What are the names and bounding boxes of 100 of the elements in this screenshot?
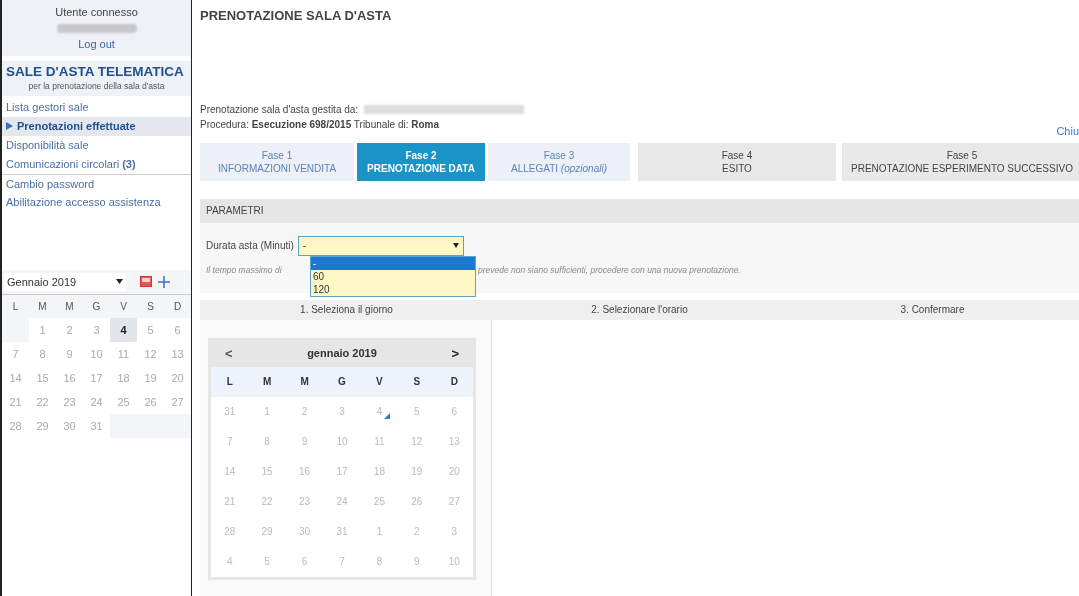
- dropdown-option[interactable]: -: [311, 256, 475, 270]
- day-cell[interactable]: 25: [110, 389, 137, 414]
- day-cell[interactable]: 30: [56, 413, 83, 438]
- day-cell[interactable]: 8: [248, 426, 286, 457]
- day-cell[interactable]: 13: [435, 426, 473, 457]
- menu-item[interactable]: Prenotazioni effettuate: [2, 116, 191, 136]
- day-cell[interactable]: 15: [29, 365, 56, 390]
- day-cell[interactable]: 31: [83, 413, 110, 438]
- day-cell[interactable]: 7: [323, 546, 361, 577]
- day-cell[interactable]: 27: [164, 389, 191, 414]
- previous-month-button[interactable]: <: [225, 343, 233, 364]
- day-cell[interactable]: 6: [435, 396, 473, 427]
- day-cell[interactable]: 3: [323, 396, 361, 427]
- next-month-button[interactable]: >: [451, 343, 459, 364]
- day-cell[interactable]: 3: [83, 317, 110, 342]
- day-cell[interactable]: 16: [285, 456, 324, 487]
- day-cell[interactable]: 7: [2, 341, 29, 366]
- day-cell[interactable]: 21: [211, 486, 249, 517]
- day-cell[interactable]: 6: [164, 317, 191, 342]
- day-cell[interactable]: 31: [211, 396, 249, 427]
- day-cell[interactable]: 10: [435, 546, 473, 577]
- day-cell[interactable]: 23: [285, 486, 324, 517]
- day-cell[interactable]: 21: [2, 389, 29, 414]
- day-cell[interactable]: 2: [285, 396, 324, 427]
- day-cell[interactable]: 8: [29, 341, 56, 366]
- day-cell[interactable]: 22: [29, 389, 56, 414]
- phase-tab[interactable]: Fase 3 ALLEGATI (opzionali): [488, 142, 630, 181]
- day-cell[interactable]: 24: [323, 486, 361, 517]
- day-cell[interactable]: 8: [360, 546, 399, 577]
- day-cell[interactable]: 4: [360, 396, 399, 427]
- day-cell[interactable]: 19: [398, 456, 436, 487]
- day-cell[interactable]: 14: [211, 456, 249, 487]
- day-cell[interactable]: 11: [360, 426, 399, 457]
- day-cell[interactable]: 19: [137, 365, 164, 390]
- add-icon[interactable]: [158, 275, 170, 288]
- day-cell[interactable]: 9: [285, 426, 324, 457]
- weekday-label: V: [119, 299, 128, 314]
- day-cell[interactable]: 15: [248, 456, 286, 487]
- day-cell[interactable]: 27: [435, 486, 473, 517]
- day-cell[interactable]: 5: [398, 396, 436, 427]
- manager-label: Prenotazione sala d'asta gestita da:: [200, 102, 359, 117]
- day-cell[interactable]: 20: [435, 456, 473, 487]
- dropdown-option[interactable]: 120: [311, 282, 475, 296]
- day-cell[interactable]: 22: [248, 486, 286, 517]
- day-cell[interactable]: 11: [110, 341, 137, 366]
- day-cell[interactable]: 4: [211, 546, 249, 577]
- calendar-icon[interactable]: [140, 276, 152, 288]
- day-cell[interactable]: 18: [360, 456, 399, 487]
- day-cell[interactable]: 10: [83, 341, 110, 366]
- day-cell[interactable]: 20: [164, 365, 191, 390]
- duration-select[interactable]: -: [297, 235, 464, 256]
- day-cell[interactable]: 7: [211, 426, 249, 457]
- day-cell[interactable]: 28: [211, 516, 249, 547]
- day-cell[interactable]: 10: [323, 426, 361, 457]
- logout-link[interactable]: Log out: [78, 35, 115, 52]
- day-cell[interactable]: 17: [83, 365, 110, 390]
- day-cell[interactable]: 1: [248, 396, 286, 427]
- day-cell[interactable]: 26: [398, 486, 436, 517]
- month-select[interactable]: Gennaio 2019: [4, 272, 126, 291]
- day-cell[interactable]: 24: [83, 389, 110, 414]
- hint-text: prevede non siano sufficienti, procedere con una nuova prenotazione.: [478, 263, 741, 277]
- day-cell[interactable]: 9: [398, 546, 436, 577]
- day-cell[interactable]: 30: [285, 516, 324, 547]
- day-cell[interactable]: 13: [164, 341, 191, 366]
- menu-item[interactable]: Lista gestori sale: [2, 97, 191, 117]
- menu-item[interactable]: Cambio password: [2, 173, 191, 193]
- day-cell[interactable]: 12: [398, 426, 436, 457]
- day-cell[interactable]: 3: [435, 516, 473, 547]
- day-cell[interactable]: 29: [248, 516, 286, 547]
- step-label: 3. Confermare: [899, 303, 966, 317]
- day-cell[interactable]: 31: [323, 516, 361, 547]
- day-cell[interactable]: 26: [137, 389, 164, 414]
- step-label: 1. Seleziona il giorno: [299, 303, 394, 317]
- menu-item[interactable]: Comunicazioni circolari (3): [2, 154, 191, 174]
- day-cell[interactable]: 6: [285, 546, 324, 577]
- month-title: gennaio 2019: [307, 346, 377, 362]
- dropdown-option[interactable]: 60: [311, 269, 475, 283]
- day-cell[interactable]: 4: [110, 317, 137, 342]
- day-cell[interactable]: 2: [56, 317, 83, 342]
- menu-item[interactable]: Abilitazione accesso assistenza: [2, 192, 191, 212]
- day-cell[interactable]: 29: [29, 413, 56, 438]
- day-cell[interactable]: 1: [360, 516, 399, 547]
- close-link[interactable]: Chiu: [1056, 122, 1079, 139]
- day-cell[interactable]: 16: [56, 365, 83, 390]
- phase-tab[interactable]: Fase 2 PRENOTAZIONE DATA: [357, 142, 485, 181]
- day-cell[interactable]: 25: [360, 486, 399, 517]
- day-cell[interactable]: 28: [2, 413, 29, 438]
- day-cell[interactable]: 17: [323, 456, 361, 487]
- day-cell[interactable]: 14: [2, 365, 29, 390]
- phase-tab[interactable]: Fase 1 INFORMAZIONI VENDITA: [200, 142, 354, 181]
- day-cell[interactable]: 9: [56, 341, 83, 366]
- day-cell[interactable]: 2: [398, 516, 436, 547]
- day-cell[interactable]: 1: [29, 317, 56, 342]
- day-cell[interactable]: 5: [137, 317, 164, 342]
- day-cell[interactable]: 5: [248, 546, 286, 577]
- caret-icon: [116, 279, 123, 285]
- menu-item[interactable]: Disponibilità sale: [2, 135, 191, 155]
- day-cell[interactable]: 12: [137, 341, 164, 366]
- day-cell[interactable]: 18: [110, 365, 137, 390]
- day-cell[interactable]: 23: [56, 389, 83, 414]
